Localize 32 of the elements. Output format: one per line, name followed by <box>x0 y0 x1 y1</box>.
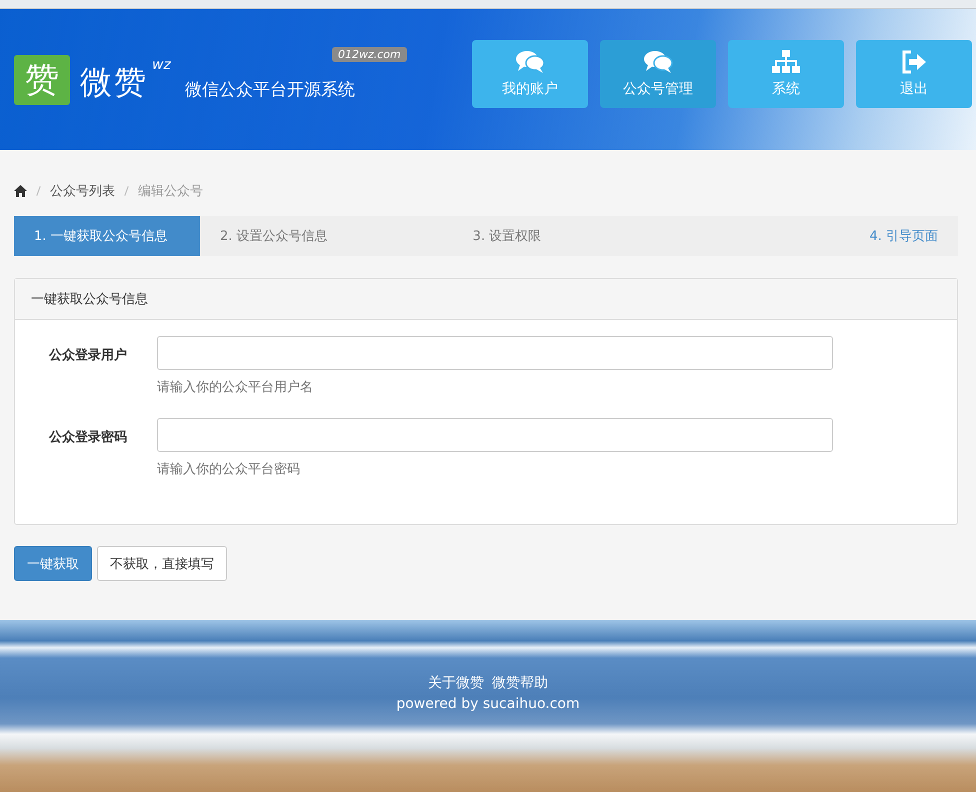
nav-button[interactable]: 退出 <box>856 40 972 108</box>
breadcrumb-link[interactable]: 公众号列表 <box>50 182 115 200</box>
step-tab[interactable]: 2. 设置公众号信息 <box>200 216 453 256</box>
logo-mark: 赞 <box>14 54 70 104</box>
brand-name: 微赞 <box>80 62 148 102</box>
nav-button[interactable]: 我的账户 <box>472 40 588 108</box>
input-field[interactable] <box>157 418 833 452</box>
home-icon[interactable] <box>14 185 27 197</box>
help-text: 请输入你的公众平台密码 <box>157 461 301 478</box>
breadcrumb-link[interactable]: 编辑公众号 <box>138 182 203 200</box>
powered-by-text: powered by sucaihuo.com <box>396 696 580 712</box>
skip-button[interactable]: 不获取，直接填写 <box>97 546 227 581</box>
step-tab[interactable]: 3. 设置权限 <box>452 216 706 256</box>
sitemap-icon <box>771 50 801 74</box>
brand-superscript: wz <box>152 56 171 72</box>
input-field[interactable] <box>157 336 833 370</box>
fetch-button[interactable]: 一键获取 <box>14 546 92 581</box>
field-label: 公众登录用户 <box>48 346 128 365</box>
brand-slogan: 微信公众平台开源系统 <box>184 78 355 100</box>
site-badge: 012wz.com <box>332 46 407 62</box>
help-text: 请输入你的公众平台用户名 <box>157 379 314 396</box>
field-label: 公众登录密码 <box>48 428 128 447</box>
footer-link[interactable]: 微赞帮助 <box>492 674 548 692</box>
sign-out-icon <box>901 50 927 74</box>
chat-bubbles-icon <box>643 50 673 74</box>
panel-title: 一键获取公众号信息 <box>15 279 957 320</box>
nav-button[interactable]: 系统 <box>728 40 844 108</box>
step-tab[interactable]: 4. 引导页面 <box>705 216 958 256</box>
nav-button[interactable]: 公众号管理 <box>600 40 716 108</box>
step-tab[interactable]: 1. 一键获取公众号信息 <box>14 216 200 256</box>
chat-bubbles-icon <box>515 50 545 74</box>
footer-link[interactable]: 关于微赞 <box>428 674 484 692</box>
